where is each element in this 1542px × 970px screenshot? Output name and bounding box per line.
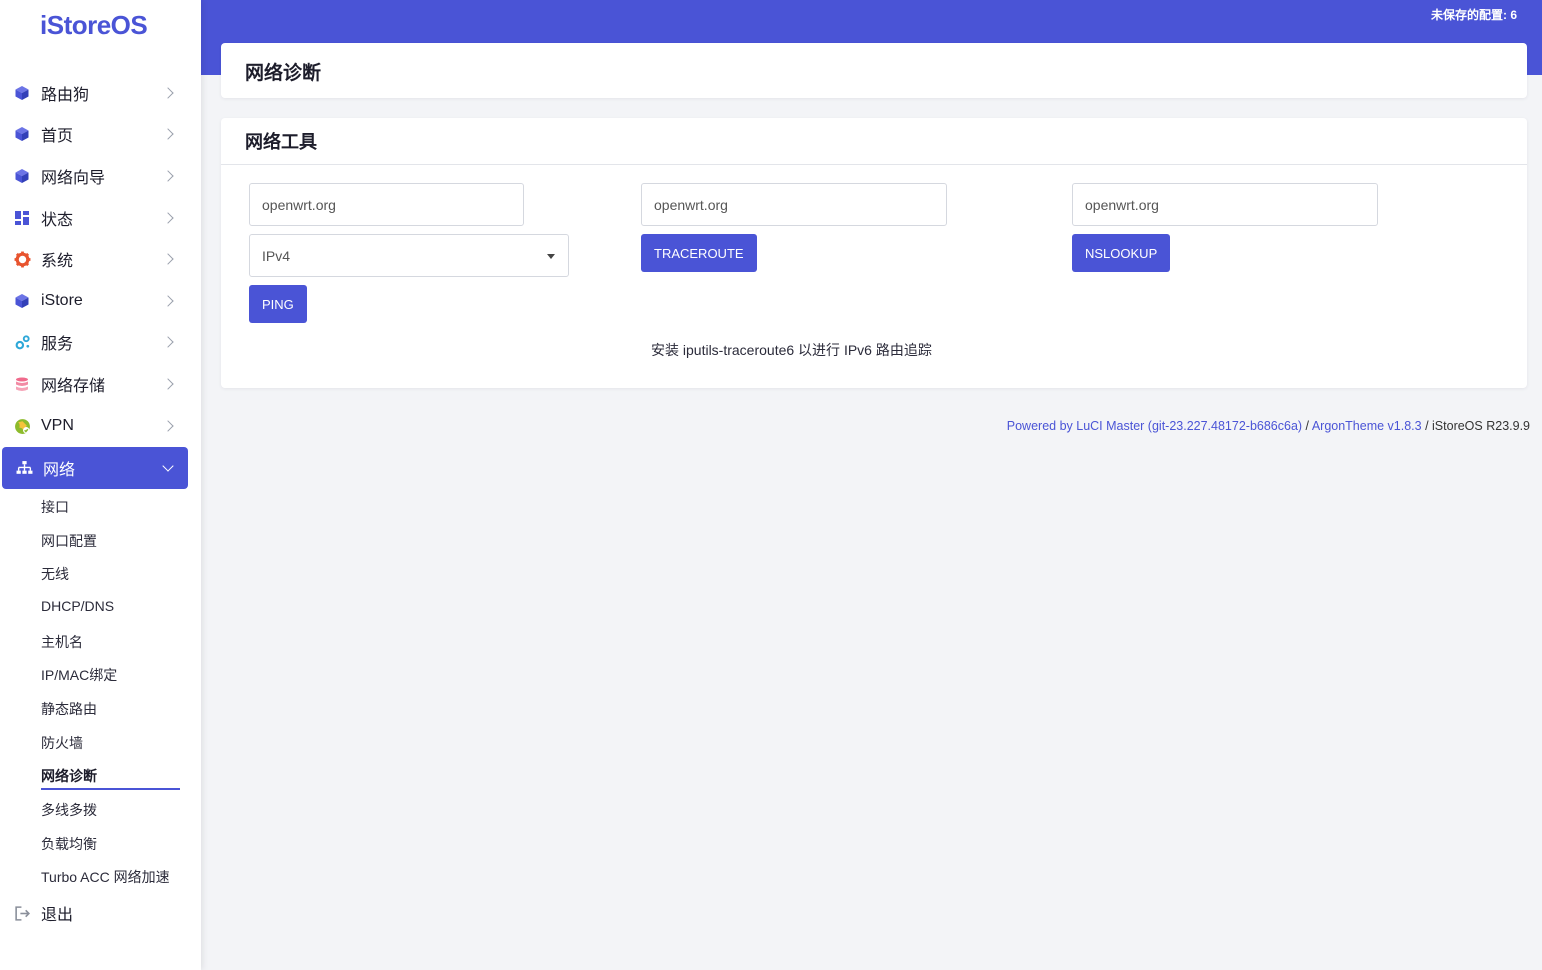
- cube-icon: [13, 125, 31, 143]
- istoreos-logo[interactable]: iStoreOS: [40, 10, 148, 41]
- dashboard-icon: [13, 209, 31, 227]
- sidebar-item-label: 路由狗: [41, 87, 90, 104]
- sidebar-subitem-turbo-acc[interactable]: Turbo ACC 网络加速: [41, 867, 170, 887]
- database-icon: [13, 375, 31, 393]
- chevron-right-icon: [162, 128, 174, 140]
- sidebar-item-label: 网络存储: [41, 378, 106, 395]
- sidebar-subitem-diagnostics[interactable]: 网络诊断: [41, 766, 97, 786]
- ping-host-input[interactable]: openwrt.org: [249, 183, 524, 226]
- chevron-right-icon: [162, 170, 174, 182]
- chevron-right-icon: [162, 336, 174, 348]
- footer: Powered by LuCI Master (git-23.227.48172…: [1007, 419, 1530, 433]
- divider: [221, 164, 1527, 165]
- sidebar-item-label: 系统: [41, 253, 74, 270]
- sidebar-item-label: 服务: [41, 336, 74, 353]
- chevron-right-icon: [162, 378, 174, 390]
- sidebar-item-network-wizard[interactable]: 网络向导: [0, 155, 188, 197]
- sidebar-subitem-ip-mac-binding[interactable]: IP/MAC绑定: [41, 665, 117, 685]
- sidebar-item-network-storage[interactable]: 网络存储: [0, 363, 188, 405]
- cube-icon: [13, 292, 31, 310]
- sidebar-item-status[interactable]: 状态: [0, 197, 188, 239]
- sidebar-subitem-interfaces[interactable]: 接口: [41, 497, 69, 517]
- chevron-right-icon: [162, 295, 174, 307]
- sidebar-item-label: 网络向导: [41, 170, 106, 187]
- ping-protocol-select[interactable]: IPv4: [249, 234, 569, 277]
- os-version: iStoreOS R23.9.9: [1432, 419, 1530, 433]
- logout-icon: [13, 904, 31, 922]
- sidebar-subitem-static-routes[interactable]: 静态路由: [41, 699, 97, 719]
- traceroute-host-input[interactable]: openwrt.org: [641, 183, 947, 226]
- unsaved-changes-link[interactable]: 未保存的配置: 6: [1431, 6, 1517, 23]
- sidebar: iStoreOS 路由狗 首页 网络向导 状态 系统 iStore 服务 网络存…: [0, 0, 201, 970]
- sidebar-item-logout[interactable]: 退出: [0, 892, 188, 934]
- section-title: 网络工具: [245, 132, 317, 152]
- sidebar-subitem-hostnames[interactable]: 主机名: [41, 632, 83, 652]
- globe-icon: [13, 417, 31, 435]
- cube-icon: [13, 167, 31, 185]
- ping-protocol-value: IPv4: [262, 247, 291, 264]
- network-tools-card: 网络工具 openwrt.org IPv4 PING openwrt.org T…: [221, 118, 1527, 388]
- sidebar-item-home[interactable]: 首页: [0, 113, 188, 155]
- chevron-right-icon: [162, 420, 174, 432]
- ping-button[interactable]: PING: [249, 285, 307, 323]
- sidebar-item-istore[interactable]: iStore: [0, 280, 188, 322]
- chevron-right-icon: [162, 87, 174, 99]
- caret-down-icon: [547, 254, 555, 259]
- sidebar-item-label: VPN: [41, 417, 74, 434]
- sidebar-subitem-firewall[interactable]: 防火墙: [41, 733, 83, 753]
- sidebar-subitem-multiwan[interactable]: 多线多拨: [41, 800, 97, 820]
- nslookup-button[interactable]: NSLOOKUP: [1072, 234, 1171, 272]
- page-title-card: 网络诊断: [221, 43, 1527, 98]
- argon-theme-link[interactable]: ArgonTheme v1.8.3: [1312, 419, 1422, 433]
- gear-icon: [13, 250, 31, 268]
- chevron-down-icon: [162, 460, 174, 472]
- sidebar-subitem-dhcp-dns[interactable]: DHCP/DNS: [41, 598, 114, 614]
- sidebar-item-system[interactable]: 系统: [0, 238, 188, 280]
- sidebar-subitem-load-balancing[interactable]: 负载均衡: [41, 834, 97, 854]
- sidebar-item-label: iStore: [41, 292, 83, 309]
- sidebar-item-label: 网络: [43, 462, 76, 479]
- nslookup-host-input[interactable]: openwrt.org: [1072, 183, 1378, 226]
- cogs-icon: [13, 333, 31, 351]
- page-title: 网络诊断: [245, 63, 322, 84]
- footer-separator: /: [1302, 419, 1312, 433]
- sidebar-item-network[interactable]: 网络: [2, 447, 188, 489]
- sidebar-item-label: 退出: [41, 907, 74, 924]
- active-subitem-underline: [41, 788, 180, 790]
- sidebar-item-router-dog[interactable]: 路由狗: [0, 72, 188, 114]
- sidebar-item-services[interactable]: 服务: [0, 321, 188, 363]
- chevron-right-icon: [162, 253, 174, 265]
- sidebar-item-vpn[interactable]: VPN: [0, 405, 188, 447]
- footer-separator: /: [1421, 419, 1433, 433]
- cube-icon: [13, 84, 31, 102]
- sidebar-subitem-wireless[interactable]: 无线: [41, 564, 69, 584]
- sidebar-item-label: 状态: [41, 212, 74, 229]
- sidebar-subitem-port-config[interactable]: 网口配置: [41, 531, 97, 551]
- chevron-right-icon: [162, 212, 174, 224]
- sidebar-item-label: 首页: [41, 128, 74, 145]
- network-icon: [15, 459, 33, 477]
- traceroute-button[interactable]: TRACEROUTE: [641, 234, 757, 272]
- luci-link[interactable]: Powered by LuCI Master (git-23.227.48172…: [1007, 419, 1302, 433]
- traceroute6-hint: 安装 iputils-traceroute6 以进行 IPv6 路由追踪: [651, 342, 932, 358]
